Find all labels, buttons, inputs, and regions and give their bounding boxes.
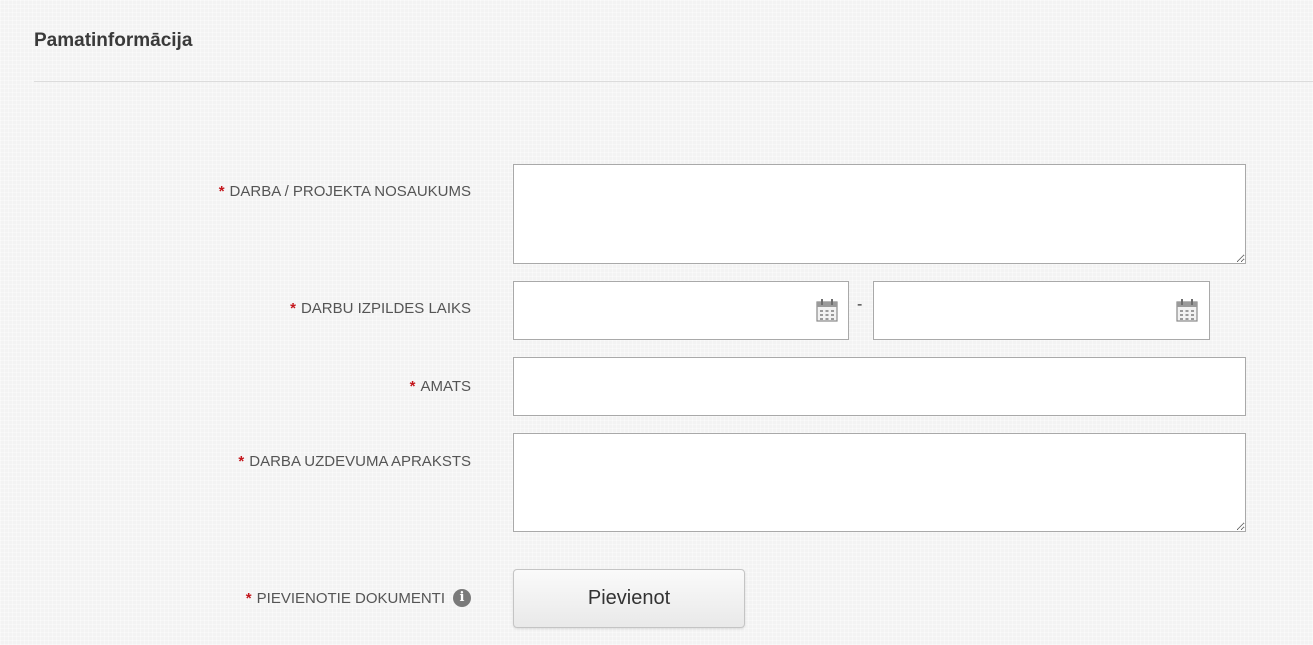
- required-marker: *: [245, 590, 252, 607]
- project-name-label: * DARBA / PROJEKTA NOSAUKUMS: [219, 183, 471, 200]
- project-name-field[interactable]: [513, 164, 1246, 264]
- required-marker: *: [218, 183, 225, 200]
- start-date-container: [513, 281, 849, 340]
- required-marker: *: [409, 378, 416, 395]
- date-range-separator: -: [857, 296, 863, 313]
- position-label-text: AMATS: [420, 378, 471, 395]
- documents-label: * PIEVIENOTIE DOKUMENTI i: [245, 588, 471, 607]
- info-circle-icon[interactable]: i: [453, 588, 471, 607]
- task-description-field[interactable]: [513, 433, 1246, 532]
- section-title: Pamatinformācija: [34, 30, 193, 51]
- position-input[interactable]: [513, 357, 1246, 416]
- calendar-icon[interactable]: [1176, 298, 1198, 322]
- project-name-label-text: DARBA / PROJEKTA NOSAUKUMS: [229, 183, 471, 200]
- required-marker: *: [238, 453, 245, 470]
- form-page: Pamatinformācija * DARBA / PROJEKTA NOSAU…: [0, 0, 1313, 645]
- end-date-container: [873, 281, 1210, 340]
- work-period-label: * DARBU IZPILDES LAIKS: [290, 300, 471, 317]
- documents-label-text: PIEVIENOTIE DOKUMENTI: [256, 590, 445, 607]
- end-date-input[interactable]: [874, 282, 1209, 339]
- section-divider: [34, 81, 1313, 82]
- add-document-button[interactable]: Pievienot: [513, 569, 745, 628]
- calendar-icon[interactable]: [816, 298, 838, 322]
- position-label: * AMATS: [410, 378, 471, 395]
- required-marker: *: [290, 300, 296, 317]
- work-period-label-text: DARBU IZPILDES LAIKS: [300, 300, 471, 317]
- task-description-label-text: DARBA UZDEVUMA APRAKSTS: [249, 453, 471, 470]
- start-date-input[interactable]: [514, 282, 848, 339]
- task-description-label: * DARBA UZDEVUMA APRAKSTS: [238, 453, 471, 470]
